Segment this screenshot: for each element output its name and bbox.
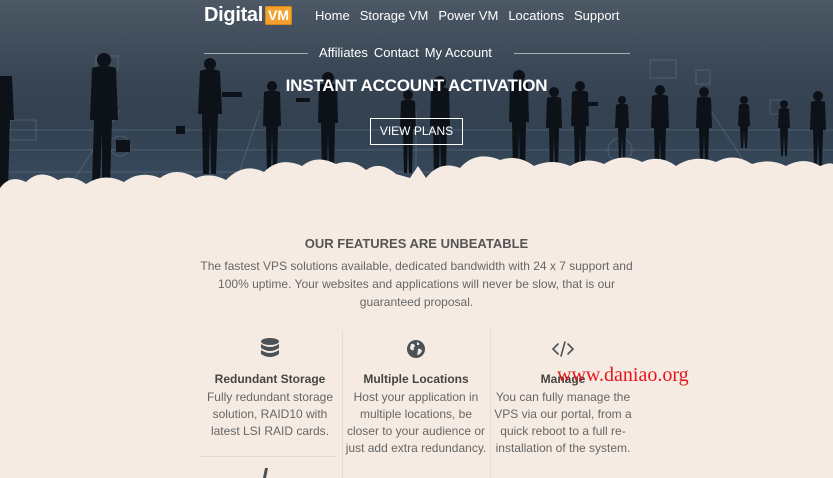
feature-redundant-storage: Redundant Storage Fully redundant storag…: [200, 336, 340, 440]
column-divider: [490, 330, 491, 478]
feature-multiple-locations: Multiple Locations Host your application…: [345, 336, 487, 457]
globe-icon: [345, 336, 487, 362]
nav-locations-link[interactable]: Locations: [508, 8, 564, 23]
brand-badge: VM: [265, 5, 293, 25]
view-plans-button[interactable]: VIEW PLANS: [370, 118, 463, 145]
nav-my-account-link[interactable]: My Account: [425, 45, 492, 60]
nav-storage-vm-link[interactable]: Storage VM: [360, 8, 429, 23]
main-nav: Home Storage VM Power VM Locations Suppo…: [315, 8, 630, 23]
feature-title: Redundant Storage: [214, 372, 326, 386]
feature-manage: Manage You can fully manage the VPS via …: [493, 336, 633, 457]
nav-contact-link[interactable]: Contact: [374, 45, 419, 60]
feature-text: Host your application in multiple locati…: [345, 390, 487, 455]
row-divider: [200, 456, 336, 457]
features-description: The fastest VPS solutions available, ded…: [200, 259, 633, 309]
watermark-text: www.daniao.org: [557, 364, 689, 386]
feature-text: You can fully manage the VPS via our por…: [494, 390, 632, 455]
database-icon: [200, 336, 340, 362]
nav-affiliates-link[interactable]: Affiliates: [319, 45, 368, 60]
nav-power-vm-link[interactable]: Power VM: [438, 8, 498, 23]
features-title: OUR FEATURES ARE UNBEATABLE: [304, 236, 529, 251]
nav-divider-right: [514, 53, 630, 54]
secondary-nav: Affiliates Contact My Account: [319, 45, 498, 60]
column-divider: [342, 330, 343, 478]
cloud-divider: [0, 156, 833, 200]
hero-banner: Digital VM Home Storage VM Power VM Loca…: [0, 0, 833, 200]
next-feature-icon: [263, 468, 268, 478]
nav-support-link[interactable]: Support: [574, 8, 620, 23]
nav-divider-left: [204, 53, 308, 54]
hero-title: INSTANT ACCOUNT ACTIVATION: [285, 76, 548, 95]
code-icon: [493, 336, 633, 362]
feature-text: Fully redundant storage solution, RAID10…: [206, 390, 334, 438]
nav-home-link[interactable]: Home: [315, 8, 350, 23]
brand-logo[interactable]: Digital VM: [204, 3, 293, 26]
feature-title: Multiple Locations: [363, 372, 469, 386]
brand-name: Digital: [204, 3, 264, 26]
